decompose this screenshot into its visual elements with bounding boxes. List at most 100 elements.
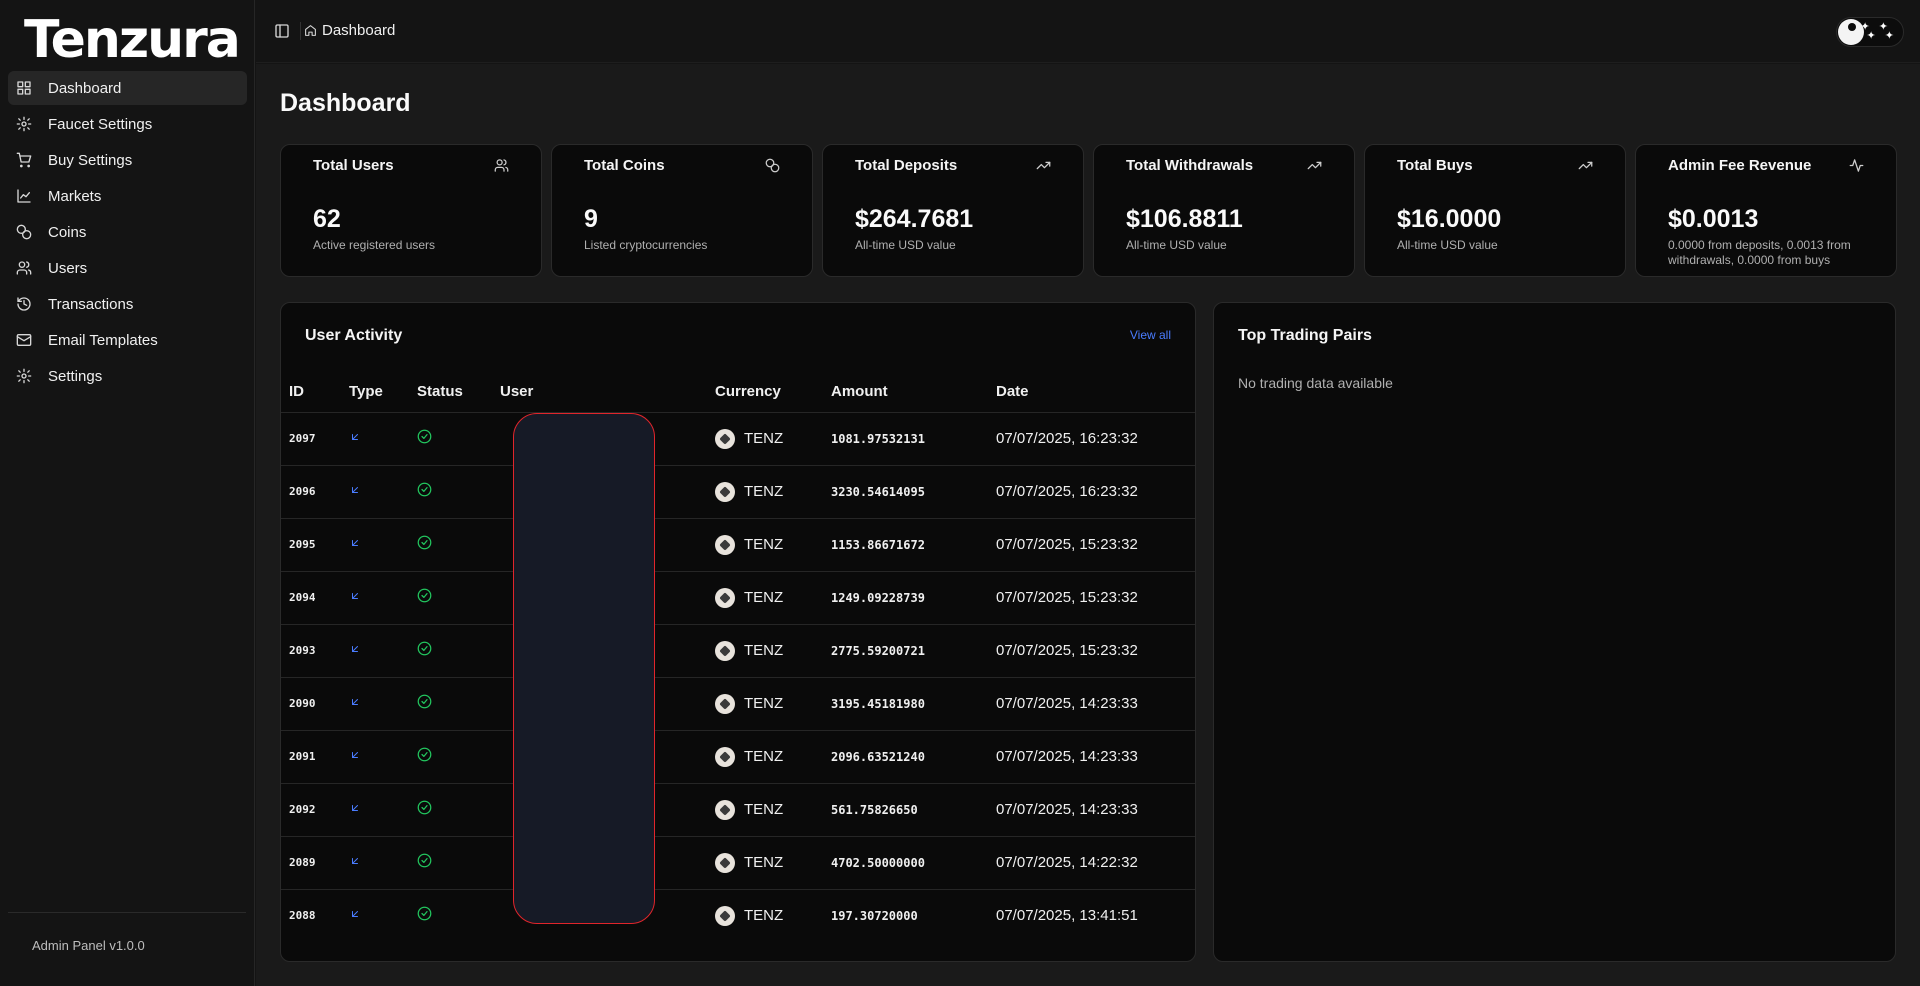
table-row[interactable]: 2094 TENZ 1249.09228739 07/07/2025, 15:23:3… — [281, 571, 1195, 625]
cell-type — [349, 836, 417, 890]
top-trading-pairs-card: Top Trading Pairs No trading data availa… — [1213, 302, 1896, 962]
stat-card-total-deposits: Total Deposits $264.7681 All-time USD va… — [822, 144, 1084, 277]
column-header-id: ID — [281, 371, 349, 413]
table-row[interactable]: 2089 TENZ 4702.50000000 07/07/2025, 14:22:3… — [281, 836, 1195, 890]
sidebar-item-label: Faucet Settings — [48, 115, 153, 133]
table-row[interactable]: 2093 TENZ 2775.59200721 07/07/2025, 15:23:3… — [281, 624, 1195, 678]
theme-toggle[interactable]: ✦ ✦ ✦ ✦ — [1836, 17, 1904, 47]
currency-label: TENZ — [744, 642, 784, 659]
stat-value: $0.0013 — [1668, 205, 1759, 233]
stat-subtitle: All-time USD value — [1397, 238, 1498, 252]
cell-date: 07/07/2025, 14:23:33 — [996, 783, 1195, 837]
grid-icon — [16, 80, 32, 96]
cell-status — [417, 889, 500, 942]
cell-date: 07/07/2025, 14:22:32 — [996, 836, 1195, 890]
table-row[interactable]: 2091 TENZ 2096.63521240 07/07/2025, 14:23:3… — [281, 730, 1195, 784]
tenz-coin-icon — [715, 852, 735, 873]
cell-currency: TENZ — [715, 836, 831, 890]
cell-type — [349, 412, 417, 466]
currency-label: TENZ — [744, 907, 784, 925]
cell-date: 07/07/2025, 15:23:32 — [996, 624, 1195, 678]
stat-label: Total Withdrawals — [1126, 157, 1254, 174]
cell-status — [417, 465, 500, 519]
arrow-down-left-icon — [349, 642, 361, 659]
sidebar-item-settings[interactable]: Settings — [8, 359, 247, 393]
cell-id: 2089 — [281, 836, 349, 890]
user-activity-title: User Activity — [305, 327, 403, 344]
cell-id: 2091 — [281, 730, 349, 784]
stat-label: Total Coins — [584, 157, 665, 174]
stat-card-total-users: Total Users 62 Active registered users — [280, 144, 542, 277]
header-divider — [300, 22, 301, 40]
table-row[interactable]: 2090 TENZ 3195.45181980 07/07/2025, 14:23:3… — [281, 677, 1195, 731]
stat-value: $16.0000 — [1397, 205, 1502, 233]
cell-currency: TENZ — [715, 412, 831, 466]
currency-label: TENZ — [744, 483, 784, 500]
check-circle-icon — [417, 535, 432, 554]
cell-amount: 4702.50000000 — [831, 836, 996, 890]
cell-status — [417, 783, 500, 837]
table-row[interactable]: 2097 TENZ 1081.97532131 07/07/2025, 16:23:3… — [281, 412, 1195, 466]
sidebar-item-buy-settings[interactable]: Buy Settings — [8, 143, 247, 177]
table-row[interactable]: 2096 TENZ 3230.54614095 07/07/2025, 16:23:3… — [281, 465, 1195, 519]
cell-id: 2095 — [281, 518, 349, 572]
currency-label: TENZ — [744, 430, 784, 447]
activity-icon — [1849, 158, 1864, 173]
sidebar: Tenzura Dashboard Faucet Settings Buy Se… — [0, 0, 255, 986]
stat-subtitle: Active registered users — [313, 238, 436, 252]
trending-up-icon — [1578, 158, 1593, 173]
empty-state-text: No trading data available — [1238, 375, 1393, 391]
activity-table: ID Type Status User Currency Amount Date… — [281, 371, 1195, 942]
cell-currency: TENZ — [715, 518, 831, 572]
cell-date: 07/07/2025, 15:23:32 — [996, 518, 1195, 572]
sidebar-item-transactions[interactable]: Transactions — [8, 287, 247, 321]
arrow-down-left-icon — [349, 536, 361, 553]
breadcrumb[interactable]: Dashboard — [304, 22, 395, 39]
logo[interactable]: Tenzura — [24, 12, 241, 68]
sidebar-item-dashboard[interactable]: Dashboard — [8, 71, 247, 105]
table-row[interactable]: 2088 TENZ 197.30720000 07/07/2025, 13:41:51 — [281, 889, 1195, 942]
check-circle-icon — [417, 747, 432, 766]
sidebar-item-coins[interactable]: Coins — [8, 215, 247, 249]
cell-amount: 1153.86671672 — [831, 518, 996, 572]
cell-id: 2088 — [289, 909, 316, 923]
column-header-amount: Amount — [831, 371, 996, 413]
currency-label: TENZ — [744, 801, 784, 818]
sidebar-item-label: Email Templates — [48, 331, 158, 349]
cell-type — [349, 518, 417, 572]
column-header-currency: Currency — [715, 371, 831, 413]
cell-amount: 1249.09228739 — [831, 571, 996, 625]
sidebar-item-faucet-settings[interactable]: Faucet Settings — [8, 107, 247, 141]
mail-icon — [16, 332, 32, 348]
cell-status — [417, 412, 500, 466]
stat-label: Total Deposits — [855, 157, 958, 174]
sidebar-item-markets[interactable]: Markets — [8, 179, 247, 213]
cell-type — [349, 571, 417, 625]
users-icon — [16, 260, 32, 276]
cell-amount: 2775.59200721 — [831, 624, 996, 678]
stat-label: Admin Fee Revenue — [1668, 157, 1812, 174]
arrow-down-left-icon — [349, 589, 361, 606]
tenz-coin-icon — [715, 481, 735, 502]
cell-date: 07/07/2025, 14:23:33 — [996, 677, 1195, 731]
gear-icon — [16, 116, 32, 132]
user-activity-card: User Activity View all ID Type Status Us… — [280, 302, 1196, 962]
cell-currency: TENZ — [715, 889, 831, 942]
arrow-down-left-icon — [349, 907, 361, 924]
view-all-link[interactable]: View all — [1130, 328, 1171, 342]
sidebar-toggle-icon[interactable] — [274, 23, 290, 39]
tenz-coin-icon — [715, 799, 735, 820]
cell-status — [417, 730, 500, 784]
cell-id: 2096 — [281, 465, 349, 519]
column-header-date: Date — [996, 371, 1195, 413]
sidebar-item-users[interactable]: Users — [8, 251, 247, 285]
cell-currency: TENZ — [715, 465, 831, 519]
stat-subtitle: Listed cryptocurrencies — [584, 238, 708, 252]
stars-icon: ✦ ✦ ✦ ✦ — [1860, 21, 1897, 42]
trending-up-icon — [1307, 158, 1322, 173]
table-row[interactable]: 2092 TENZ 561.75826650 07/07/2025, 14:23:33 — [281, 783, 1195, 837]
table-row[interactable]: 2095 TENZ 1153.86671672 07/07/2025, 15:23:3… — [281, 518, 1195, 572]
sidebar-item-label: Transactions — [48, 295, 134, 313]
cell-status — [417, 624, 500, 678]
sidebar-item-email-templates[interactable]: Email Templates — [8, 323, 247, 357]
